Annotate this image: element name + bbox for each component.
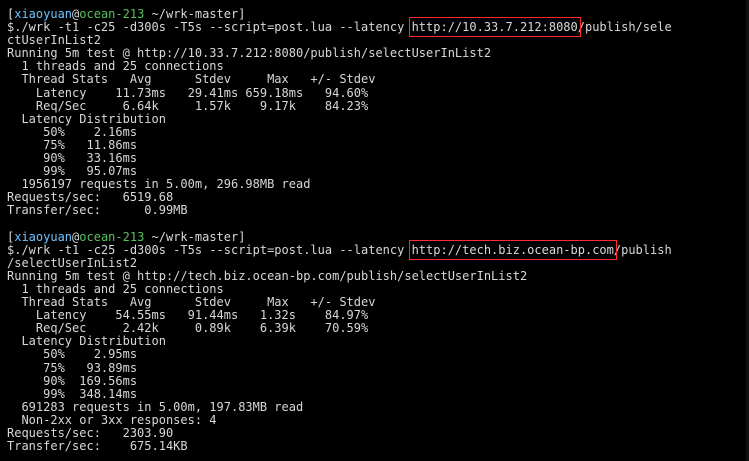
prompt-host: ocean-213 xyxy=(79,7,145,21)
prompt-host: ocean-213 xyxy=(79,229,145,244)
output-line: 50% 2.16ms xyxy=(7,124,138,139)
output-line: Latency Distribution xyxy=(7,111,166,126)
prompt-cwd: ~/wrk-master] xyxy=(144,7,246,21)
highlighted-url: http://tech.biz.ocean-bp.com xyxy=(408,239,617,260)
output-line: Transfer/sec: 675.14KB xyxy=(7,439,188,454)
output-line: Running 5m test @ http://tech.biz.ocean-… xyxy=(7,268,528,283)
output-line: Thread Stats Avg Stdev Max +/- Stdev xyxy=(7,72,376,87)
highlighted-url: http://10.33.7.212:8080 xyxy=(408,17,581,38)
output-line: 75% 93.89ms xyxy=(7,360,138,375)
output-line: 691283 requests in 5.00m, 197.83MB read xyxy=(7,399,304,414)
command-line: $./wrk -t1 -c25 -d300s -T5s --script=pos… xyxy=(7,17,672,38)
prompt-cwd: ~/wrk-master] xyxy=(144,229,246,244)
prompt-user: xiaoyuan xyxy=(14,7,73,21)
output-line: Latency 11.73ms 29.41ms 659.18ms 94.60% xyxy=(7,85,369,100)
command-line: $./wrk -t1 -c25 -d300s -T5s --script=pos… xyxy=(7,239,672,260)
output-line: 90% 169.56ms xyxy=(7,373,138,388)
output-line: Req/Sec 6.64k 1.57k 9.17k 84.23% xyxy=(7,98,369,113)
output-line: 99% 348.14ms xyxy=(7,386,138,401)
terminal-output[interactable]: [xiaoyuan@ocean-213 ~/wrk-master] $./wrk… xyxy=(0,0,749,461)
prompt-user: xiaoyuan xyxy=(14,229,73,244)
output-line: 50% 2.95ms xyxy=(7,347,138,362)
output-line: Transfer/sec: 0.99MB xyxy=(7,203,188,218)
command-line-wrap: /selectUserInList2 xyxy=(7,255,138,270)
